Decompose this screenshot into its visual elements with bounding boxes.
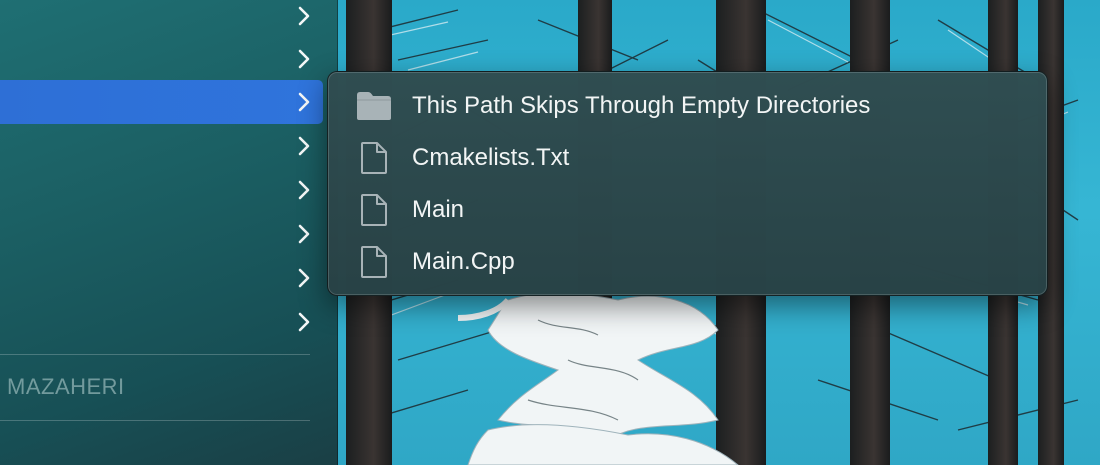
screen: MAZAHERI This Path Skips Through Empty D… — [0, 0, 1100, 465]
sidebar-row[interactable] — [0, 0, 323, 38]
sidebar-row-selected[interactable] — [0, 80, 323, 124]
menu-item-empty-directories[interactable]: This Path Skips Through Empty Directorie… — [334, 84, 1041, 128]
sidebar-row[interactable] — [0, 168, 323, 212]
document-icon — [356, 192, 392, 228]
menu-item-label: Cmakelists.Txt — [412, 144, 570, 171]
divider — [0, 354, 310, 355]
menu-item-label: Main.Cpp — [412, 248, 515, 275]
menu-item-label: Main — [412, 196, 465, 223]
chevron-right-icon — [298, 48, 311, 70]
chevron-right-icon — [298, 223, 311, 245]
sidebar-row[interactable] — [0, 124, 323, 168]
menu-item-main[interactable]: Main — [334, 188, 1041, 232]
document-icon — [356, 140, 392, 176]
submenu-popup: This Path Skips Through Empty Directorie… — [327, 71, 1048, 296]
menu-item-cmakelists[interactable]: Cmakelists.Txt — [334, 136, 1041, 180]
divider — [0, 420, 310, 421]
chevron-right-icon — [298, 311, 311, 333]
chevron-right-icon — [298, 267, 311, 289]
sidebar-row[interactable] — [0, 256, 323, 300]
sidebar-row[interactable] — [0, 212, 323, 256]
sidebar-menu: MAZAHERI — [0, 0, 338, 465]
sidebar-row[interactable] — [0, 37, 323, 81]
chevron-right-icon — [298, 91, 311, 113]
menu-item-label: This Path Skips Through Empty Directorie… — [412, 92, 871, 119]
chevron-right-icon — [298, 5, 311, 27]
section-label-mazaheri: MAZAHERI — [7, 374, 125, 399]
sidebar-row[interactable] — [0, 300, 323, 344]
chevron-right-icon — [298, 135, 311, 157]
document-icon — [356, 244, 392, 280]
menu-item-main-cpp[interactable]: Main.Cpp — [334, 240, 1041, 284]
chevron-right-icon — [298, 179, 311, 201]
folder-icon — [356, 88, 392, 124]
